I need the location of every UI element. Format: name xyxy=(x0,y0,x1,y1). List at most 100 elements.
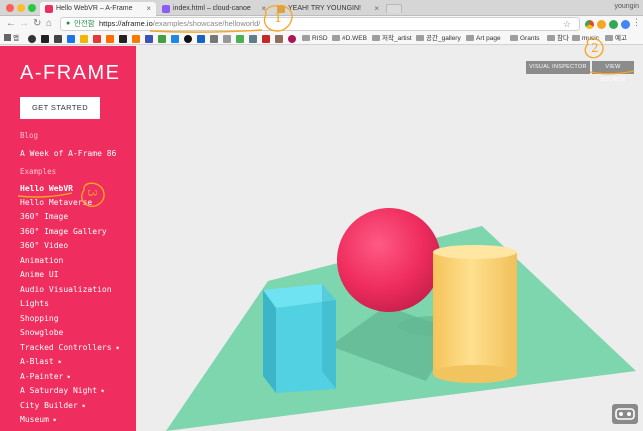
example-lights[interactable]: Lights xyxy=(20,299,49,308)
example-city-builder[interactable]: City Builder✦ xyxy=(20,400,88,410)
extension-icon[interactable] xyxy=(609,20,618,29)
vr-scene-canvas[interactable]: VISUAL INSPECTOR VIEW SOURCE xyxy=(136,46,643,431)
bookmark-folder[interactable]: #D.WEB xyxy=(332,33,367,45)
extension-icon[interactable] xyxy=(597,20,606,29)
example-shopping[interactable]: Shopping xyxy=(20,314,59,323)
bookmark-icon[interactable] xyxy=(41,35,49,43)
reload-icon[interactable]: ↻ xyxy=(33,17,41,31)
bookmark-icon[interactable] xyxy=(210,35,218,43)
back-arrow-icon[interactable]: ← xyxy=(6,17,16,31)
bookmark-icon[interactable] xyxy=(236,35,244,43)
bookmark-folder[interactable]: 참다 xyxy=(547,33,569,45)
bookmark-icon[interactable] xyxy=(184,35,192,43)
bookmark-icon[interactable] xyxy=(67,35,75,43)
bookmark-icon[interactable] xyxy=(119,35,127,43)
bookmark-icon[interactable] xyxy=(106,35,114,43)
home-icon[interactable]: ⌂ xyxy=(46,17,52,31)
maximize-window-button[interactable] xyxy=(28,4,36,12)
magic-wand-icon: ✦ xyxy=(54,356,64,367)
example-360-video[interactable]: 360° Video xyxy=(20,241,68,250)
bookmark-icon[interactable] xyxy=(275,35,283,43)
close-window-button[interactable] xyxy=(6,4,14,12)
bookmark-icon[interactable] xyxy=(54,35,62,43)
bookmark-folder[interactable]: RISD xyxy=(302,33,328,45)
example-label: A-Painter xyxy=(20,372,64,381)
bookmark-label: 예고 xyxy=(615,35,627,42)
profile-name[interactable]: youngin xyxy=(614,3,639,10)
bookmark-icon[interactable] xyxy=(158,35,166,43)
bookmark-icon[interactable] xyxy=(80,35,88,43)
bookmark-star-icon[interactable]: ☆ xyxy=(563,18,571,30)
tab-title: index.html – cloud-canoe xyxy=(173,5,251,12)
url-text[interactable]: https://aframe.io/examples/showcase/hell… xyxy=(99,18,260,30)
bookmark-folder[interactable]: 예고 xyxy=(605,33,627,45)
bookmark-icon[interactable] xyxy=(28,35,36,43)
address-bar[interactable]: ● 안전함 https://aframe.io/examples/showcas… xyxy=(60,17,580,31)
forward-arrow-icon[interactable]: → xyxy=(19,17,29,31)
bookmark-icon[interactable] xyxy=(262,35,270,43)
sphere-shape xyxy=(337,208,441,312)
folder-icon xyxy=(302,35,310,41)
example-360-image[interactable]: 360° Image xyxy=(20,212,68,221)
tab-close-icon[interactable]: × xyxy=(261,2,266,16)
apps-shortcut[interactable]: 앱 xyxy=(4,33,19,45)
tab-title: YEAH! TRY YOUNGIN! xyxy=(288,5,362,12)
example-label: A Saturday Night xyxy=(20,386,98,395)
enter-vr-button[interactable] xyxy=(612,404,638,424)
tab-close-icon[interactable]: × xyxy=(146,2,151,16)
example-a-painter[interactable]: A-Painter✦ xyxy=(20,371,74,382)
example-label: City Builder xyxy=(20,401,78,410)
bookmark-icon[interactable] xyxy=(249,35,257,43)
bookmark-icon[interactable] xyxy=(223,35,231,43)
example-hello-metaverse[interactable]: Hello Metaverse xyxy=(20,198,92,207)
bookmark-icon[interactable] xyxy=(132,35,140,43)
example-hello-webvr[interactable]: Hello WebVR xyxy=(20,184,73,193)
example-anime-ui[interactable]: Anime UI xyxy=(20,270,59,279)
bookmark-folder[interactable]: Art page xyxy=(466,33,501,45)
bookmark-folder[interactable]: 저작_artist xyxy=(372,33,412,45)
new-tab-button[interactable] xyxy=(386,4,402,13)
apps-grid-icon xyxy=(4,34,11,41)
bookmark-folder[interactable]: Grants xyxy=(510,33,540,45)
bookmark-icon[interactable] xyxy=(288,35,296,43)
examples-header: Examples xyxy=(20,167,57,176)
bookmark-icon[interactable] xyxy=(93,35,101,43)
annotation-number-one: 1 xyxy=(274,11,283,26)
magic-wand-icon: ✦ xyxy=(98,385,107,396)
example-360-image-gallery[interactable]: 360° Image Gallery xyxy=(20,227,107,236)
example-museum[interactable]: Museum✦ xyxy=(20,414,59,424)
tab-close-icon[interactable]: × xyxy=(374,2,379,16)
magic-wand-icon: ✦ xyxy=(64,371,74,382)
blog-header: Blog xyxy=(20,131,39,140)
example-audio-visualization[interactable]: Audio Visualization xyxy=(20,285,112,294)
example-animation[interactable]: Animation xyxy=(20,256,63,265)
example-tracked-controllers[interactable]: Tracked Controllers✦ xyxy=(20,342,121,352)
aframe-logo[interactable]: A-FRAME xyxy=(20,62,121,85)
blog-item[interactable]: A Week of A-Frame 86 xyxy=(20,149,116,158)
visual-inspector-button[interactable]: VISUAL INSPECTOR xyxy=(526,61,590,74)
example-snowglobe[interactable]: Snowglobe xyxy=(20,328,63,337)
bookmark-label: RISD xyxy=(312,35,328,42)
bookmark-label: 저작_artist xyxy=(382,35,412,42)
bookmark-folder[interactable]: 공간_gallery xyxy=(416,33,461,45)
extension-icon[interactable] xyxy=(621,20,630,29)
box-front-face xyxy=(263,290,276,393)
box-right-face xyxy=(322,284,336,389)
aframe-favicon-icon xyxy=(45,5,53,13)
bookmark-icon[interactable] xyxy=(145,35,153,43)
scene-render xyxy=(166,208,636,431)
tab-hello-webvr[interactable]: Hello WebVR – A-Frame × xyxy=(40,2,156,16)
tab-cloud-canoe[interactable]: index.html – cloud-canoe × xyxy=(157,2,271,16)
view-source-button[interactable]: VIEW SOURCE xyxy=(592,61,634,83)
bookmark-label: Grants xyxy=(520,35,540,42)
menu-dots-icon[interactable]: ⋮ xyxy=(632,17,641,28)
bookmark-icon[interactable] xyxy=(171,35,179,43)
get-started-button[interactable]: GET STARTED xyxy=(20,97,100,119)
minimize-window-button[interactable] xyxy=(17,4,25,12)
chrome-extension-icon[interactable] xyxy=(585,20,594,29)
tab-yeah-try-youngin[interactable]: YEAH! TRY YOUNGIN! × xyxy=(272,2,384,16)
example-a-saturday-night[interactable]: A Saturday Night✦ xyxy=(20,385,107,396)
example-a-blast[interactable]: A-Blast✦ xyxy=(20,356,64,367)
bookmark-label: 참다 xyxy=(557,35,569,42)
bookmark-icon[interactable] xyxy=(197,35,205,43)
